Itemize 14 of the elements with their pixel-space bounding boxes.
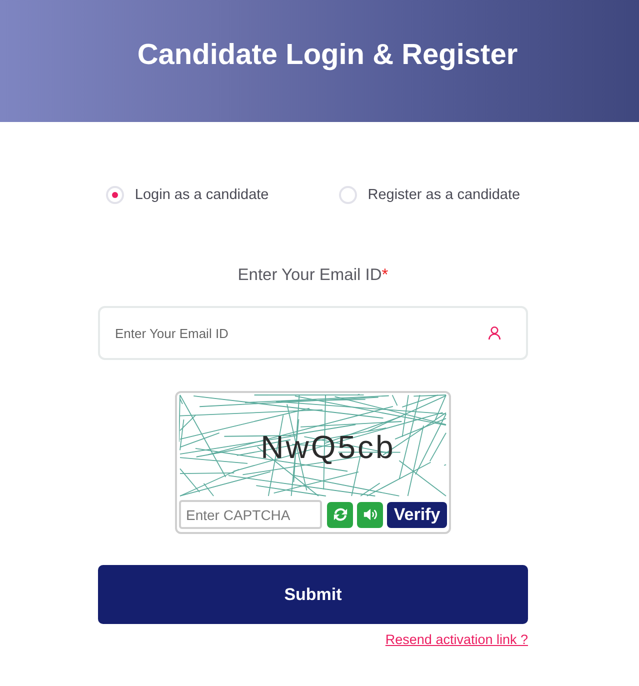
radio-option[interactable]: Register as a candidate <box>338 184 520 206</box>
verify-button[interactable]: Verify <box>387 502 447 528</box>
refresh-icon <box>332 507 348 522</box>
radio-option[interactable]: Login as a candidate <box>106 184 269 206</box>
email-field[interactable]: Enter Your Email ID <box>98 306 528 360</box>
speaker-icon <box>362 507 378 522</box>
refresh-button[interactable] <box>327 502 353 528</box>
audio-button[interactable] <box>357 502 383 528</box>
page-title: Candidate Login & Register <box>137 38 518 72</box>
user-icon <box>488 326 501 340</box>
captcha-input[interactable]: Enter CAPTCHA <box>179 500 322 529</box>
submit-button[interactable]: Submit <box>98 565 528 624</box>
resend-activation-link[interactable]: Resend activation link ? <box>385 632 528 647</box>
email-label: Enter Your Email ID* <box>238 265 388 286</box>
